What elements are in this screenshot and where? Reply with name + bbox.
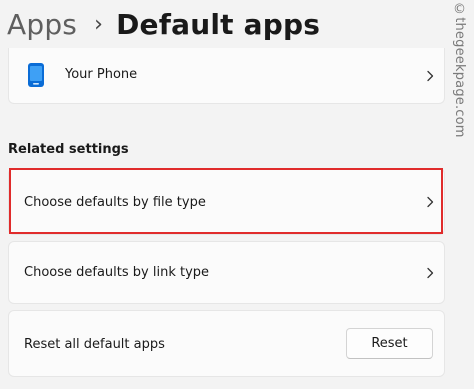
chevron-right-icon <box>427 196 434 207</box>
app-item-your-phone[interactable]: Your Phone <box>8 48 445 104</box>
breadcrumb-apps[interactable]: Apps <box>7 8 77 41</box>
reset-label: Reset all default apps <box>24 337 165 352</box>
phone-icon <box>28 63 44 87</box>
reset-default-apps-row: Reset all default apps Reset <box>8 310 445 377</box>
page-title: Default apps <box>116 7 321 41</box>
choose-defaults-by-link-type[interactable]: Choose defaults by link type <box>8 241 445 304</box>
settings-page: Apps › Default apps ©thegeekpage.com You… <box>0 0 474 389</box>
watermark: ©thegeekpage.com <box>447 0 474 160</box>
link-type-label: Choose defaults by link type <box>24 265 210 280</box>
breadcrumb: Apps › Default apps <box>7 4 320 44</box>
related-settings-heading: Related settings <box>8 142 129 157</box>
watermark-text: ©thegeekpage.com <box>452 2 467 138</box>
chevron-right-icon <box>427 267 434 278</box>
breadcrumb-separator: › <box>94 11 104 37</box>
choose-defaults-by-file-type[interactable]: Choose defaults by file type <box>8 168 445 235</box>
reset-button[interactable]: Reset <box>346 328 433 359</box>
chevron-right-icon <box>427 70 434 81</box>
app-item-label: Your Phone <box>65 67 138 82</box>
file-type-label: Choose defaults by file type <box>24 195 206 210</box>
